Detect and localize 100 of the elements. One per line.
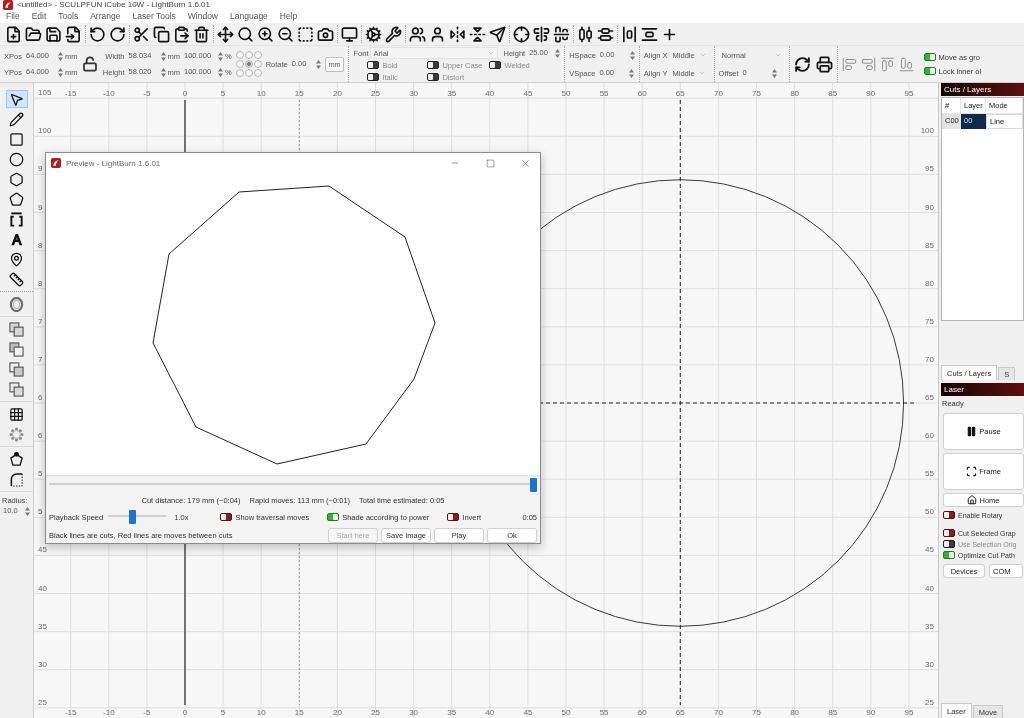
align-left-icon[interactable] (841, 56, 857, 72)
ruler-label: 65 (675, 708, 685, 717)
copy-icon[interactable] (153, 25, 170, 43)
toggle-switch[interactable] (943, 529, 955, 537)
spin-arrows-icon[interactable] (58, 67, 63, 77)
ruler-label: 5 (220, 89, 226, 98)
camera-icon[interactable] (317, 25, 334, 43)
align-center-icon[interactable] (533, 25, 550, 43)
grid-icon (9, 406, 24, 422)
dashed-square-icon[interactable] (297, 25, 314, 43)
zoom-in-icon[interactable] (257, 25, 274, 43)
overlapping-squares-icon (9, 321, 24, 337)
crosshair-icon[interactable] (513, 25, 530, 43)
ruler-label: 70 (925, 354, 934, 364)
user-icon[interactable] (429, 25, 446, 43)
search-icon[interactable] (237, 25, 254, 43)
zoom-out-icon[interactable] (277, 25, 294, 43)
spin-arrows-icon[interactable] (629, 50, 635, 60)
folder-icon[interactable] (25, 25, 42, 43)
menu-item[interactable]: Edit (25, 10, 53, 23)
origin-point[interactable] (244, 60, 253, 68)
users-icon[interactable] (409, 25, 426, 43)
spin-arrows-icon[interactable] (58, 51, 63, 61)
menu-item[interactable]: File (0, 10, 26, 23)
ruler-label: 30 (409, 89, 419, 98)
monitor-icon[interactable] (341, 25, 358, 43)
spin-arrows-icon[interactable] (218, 67, 223, 77)
distribute-icon[interactable] (597, 25, 614, 43)
ruler-label: 10 (256, 708, 266, 717)
chevron-down-icon (487, 49, 496, 57)
ruler-label: 90 (866, 89, 876, 98)
spacing-icon[interactable] (641, 25, 658, 43)
spin-arrows-icon[interactable] (160, 67, 166, 77)
tool-button[interactable] (5, 90, 28, 108)
ruler-label: 15 (294, 89, 304, 98)
ruler-label: 95 (925, 164, 934, 174)
overlapping-squares-icon (9, 381, 24, 397)
spin-arrows-icon[interactable] (772, 68, 778, 78)
move-arrows-icon[interactable] (217, 25, 234, 43)
menu-item[interactable]: Window (181, 10, 224, 23)
font-icon (9, 231, 24, 247)
ruler-label: 70 (713, 708, 723, 717)
scissors-icon[interactable] (133, 25, 150, 43)
toggle-switch[interactable] (923, 53, 936, 61)
wrench-icon[interactable] (385, 25, 402, 43)
align-middle-icon[interactable] (553, 25, 570, 43)
align-bottom-icon[interactable] (898, 56, 914, 72)
spin-arrows-icon[interactable] (160, 51, 166, 61)
spacing-icon[interactable] (621, 25, 638, 43)
ruler-label: 50 (561, 708, 571, 717)
toggle-switch[interactable] (447, 513, 460, 521)
align-top-icon[interactable] (879, 56, 895, 72)
toggle-switch[interactable] (923, 67, 936, 75)
paper-plane-icon[interactable] (489, 25, 506, 43)
slider-thumb[interactable] (128, 510, 136, 524)
dialog-title: Preview - LightBurn 1.6.01 (66, 158, 162, 168)
ruler-label: 45 (523, 89, 533, 98)
close-icon (519, 157, 531, 169)
spin-arrows-icon[interactable] (555, 48, 561, 58)
toggle-switch[interactable] (220, 513, 233, 521)
spin-arrows-icon[interactable] (218, 51, 223, 61)
padlock-icon[interactable] (81, 56, 98, 72)
menu-item[interactable]: Help (273, 10, 304, 23)
flip-vertical-icon[interactable] (469, 25, 486, 43)
menu-item[interactable]: Arrange (84, 10, 127, 23)
trash-icon[interactable] (193, 25, 210, 43)
ruler-label: 5 (220, 708, 226, 717)
ruler-label: 6 (38, 393, 43, 402)
new-file-icon[interactable] (5, 25, 22, 43)
flip-horizontal-icon[interactable] (449, 25, 466, 43)
undo-icon[interactable] (89, 25, 106, 43)
menu-item[interactable]: Tools (52, 10, 85, 23)
spin-arrows-icon[interactable] (315, 59, 321, 69)
pentagon-icon (9, 191, 24, 207)
paste-icon[interactable] (173, 25, 190, 43)
ruler-label: 45 (523, 708, 533, 717)
distribute-icon[interactable] (577, 25, 594, 43)
file-import-icon[interactable] (65, 25, 82, 43)
rotate-arrows-icon[interactable] (793, 55, 811, 73)
gear-icon[interactable] (365, 25, 382, 43)
progress-slider-track[interactable] (49, 478, 537, 492)
dot-ring-icon (9, 426, 24, 442)
ruler-label: 65 (925, 393, 934, 402)
ruler-label: 9 (38, 202, 43, 212)
spin-arrows-icon[interactable] (25, 506, 30, 516)
printer-icon[interactable] (815, 55, 833, 73)
ruler-label: 80 (925, 278, 934, 288)
toggle-switch[interactable] (327, 513, 340, 521)
spin-arrows-icon[interactable] (629, 68, 635, 78)
toggle-switch[interactable] (943, 551, 955, 559)
ruler-label: 75 (752, 708, 761, 717)
menu-item[interactable]: Language (224, 10, 274, 23)
toggle-switch[interactable] (943, 511, 955, 519)
align-right-icon[interactable] (860, 56, 876, 72)
save-icon[interactable] (45, 25, 62, 43)
map-pin-icon (9, 251, 24, 267)
slider-thumb[interactable] (530, 478, 537, 492)
menu-item[interactable]: Laser Tools (126, 10, 182, 23)
bracket-frame-icon (9, 211, 24, 227)
redo-icon[interactable] (109, 25, 126, 43)
